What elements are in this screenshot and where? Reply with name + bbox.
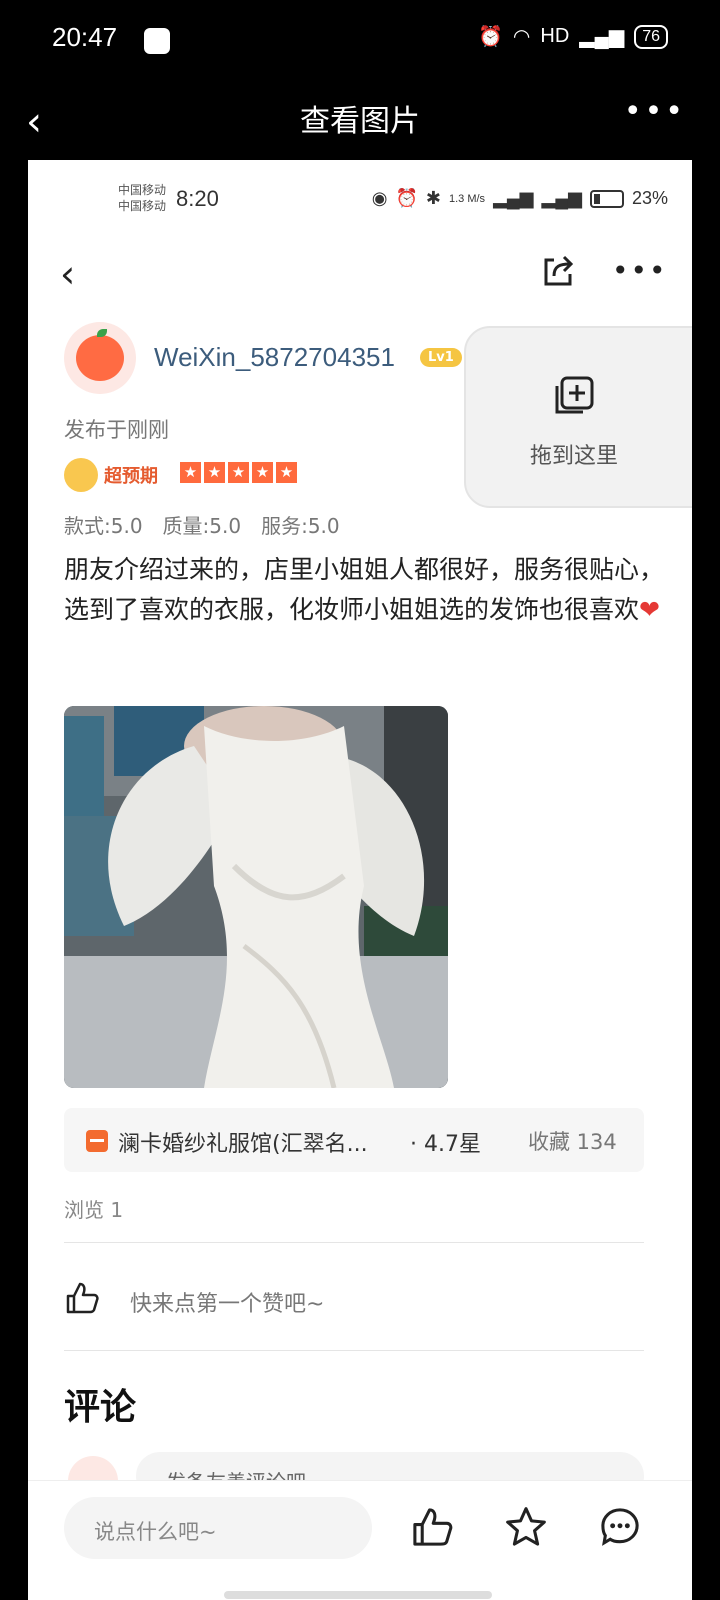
viewer-header: 查看图片 ‹ •••	[0, 84, 720, 160]
eye-icon: ◉	[371, 188, 388, 208]
network-type-label: HD	[540, 25, 570, 47]
star-rating: ★ ★ ★ ★ ★	[180, 462, 297, 483]
more-icon[interactable]: •••	[612, 254, 668, 287]
alarm-icon: ⏰	[395, 188, 418, 208]
like-icon[interactable]	[410, 1505, 454, 1549]
status-icons: ⏰ ◠ HD ▂▄▆ 76	[478, 24, 668, 49]
alarm-icon: ⏰	[478, 26, 503, 48]
battery-percent: 23%	[631, 188, 668, 208]
viewed-image: 中国移动 中国移动 8:20 ◉ ⏰ ✱ 1.3 M/s ▂▄▆ ▂▄▆ 23%…	[28, 160, 692, 1600]
comments-title: 评论	[64, 1387, 137, 1428]
signal-icon: ▂▄▆	[541, 188, 582, 208]
post-time: 发布于刚刚	[64, 418, 169, 442]
view-count: 浏览 1	[64, 1198, 124, 1222]
drag-label: 拖到这里	[529, 444, 618, 469]
shop-favorites: 收藏 134	[528, 1130, 617, 1154]
speed-label: 1.3 M/s	[448, 192, 486, 205]
shop-name: 澜卡婚纱礼服馆(汇翠名...	[118, 1132, 368, 1157]
inner-status-icons: ◉ ⏰ ✱ 1.3 M/s ▂▄▆ ▂▄▆ 23%	[372, 188, 668, 209]
wedding-dress-photo	[64, 706, 448, 1088]
star-icon: ★	[204, 462, 225, 483]
shop-card[interactable]: 澜卡婚纱礼服馆(汇翠名... · 4.7星 收藏 134	[64, 1108, 644, 1172]
review-text: 朋友介绍过来的，店里小姐姐人都很好，服务很贴心，选到了喜欢的衣服，化妆师小姐姐选…	[64, 550, 664, 630]
surprise-face-icon	[64, 458, 98, 492]
bottom-action-bar: 说点什么吧~	[28, 1480, 692, 1600]
system-status-bar: 20:47 ⏰ ◠ HD ▂▄▆ 76	[0, 0, 720, 84]
level-badge: Lv1	[420, 348, 462, 367]
service-score: 服务:5.0	[261, 514, 340, 538]
battery-icon	[589, 189, 624, 208]
star-icon: ★	[276, 462, 297, 483]
star-icon: ★	[252, 462, 273, 483]
back-icon[interactable]: ‹	[60, 252, 75, 296]
inner-status-time: 8:20	[176, 186, 219, 211]
back-icon[interactable]: ‹	[26, 98, 42, 146]
star-icon: ★	[228, 462, 249, 483]
page-title: 查看图片	[300, 104, 420, 139]
divider	[64, 1242, 644, 1243]
divider	[64, 1350, 644, 1351]
rating-badge-label: 超预期	[104, 466, 158, 487]
bluetooth-icon: ✱	[425, 188, 441, 208]
username[interactable]: WeiXin_5872704351	[154, 342, 395, 373]
avatar[interactable]	[64, 322, 136, 394]
thumbs-up-icon[interactable]	[64, 1280, 100, 1316]
wifi-icon: ◠	[512, 26, 531, 48]
comment-input[interactable]: 说点什么吧~	[64, 1497, 372, 1559]
home-indicator	[224, 1591, 492, 1599]
carrier-label: 中国移动	[118, 183, 167, 197]
battery-indicator: 76	[634, 24, 668, 49]
app-notification-icon	[144, 28, 170, 54]
drag-here-overlay[interactable]: 拖到这里	[464, 326, 692, 508]
comment-icon[interactable]	[598, 1505, 642, 1549]
peach-avatar-icon	[76, 329, 124, 381]
add-copy-icon	[555, 376, 594, 414]
style-score: 款式:5.0	[64, 514, 143, 538]
like-prompt: 快来点第一个赞吧~	[130, 1292, 325, 1317]
shop-rating: · 4.7星	[410, 1132, 481, 1157]
signal-icon: ▂▄▆	[579, 26, 625, 48]
status-time: 20:47	[52, 22, 118, 52]
star-icon: ★	[180, 462, 201, 483]
score-row: 款式:5.0 质量:5.0 服务:5.0	[64, 510, 340, 539]
quality-score: 质量:5.0	[162, 514, 242, 538]
carrier-label: 中国移动	[118, 199, 167, 213]
signal-icon: ▂▄▆	[493, 188, 534, 208]
inner-carrier: 中国移动 中国移动	[118, 182, 166, 214]
review-photo[interactable]	[64, 706, 448, 1088]
heart-emoji-icon: ❤	[639, 595, 660, 624]
more-icon[interactable]: •••	[624, 94, 686, 129]
review-body: 朋友介绍过来的，店里小姐姐人都很好，服务很贴心，选到了喜欢的衣服，化妆师小姐姐选…	[64, 555, 665, 624]
share-icon[interactable]	[540, 252, 576, 288]
shop-icon	[86, 1130, 108, 1152]
favorite-star-icon[interactable]	[504, 1505, 548, 1549]
